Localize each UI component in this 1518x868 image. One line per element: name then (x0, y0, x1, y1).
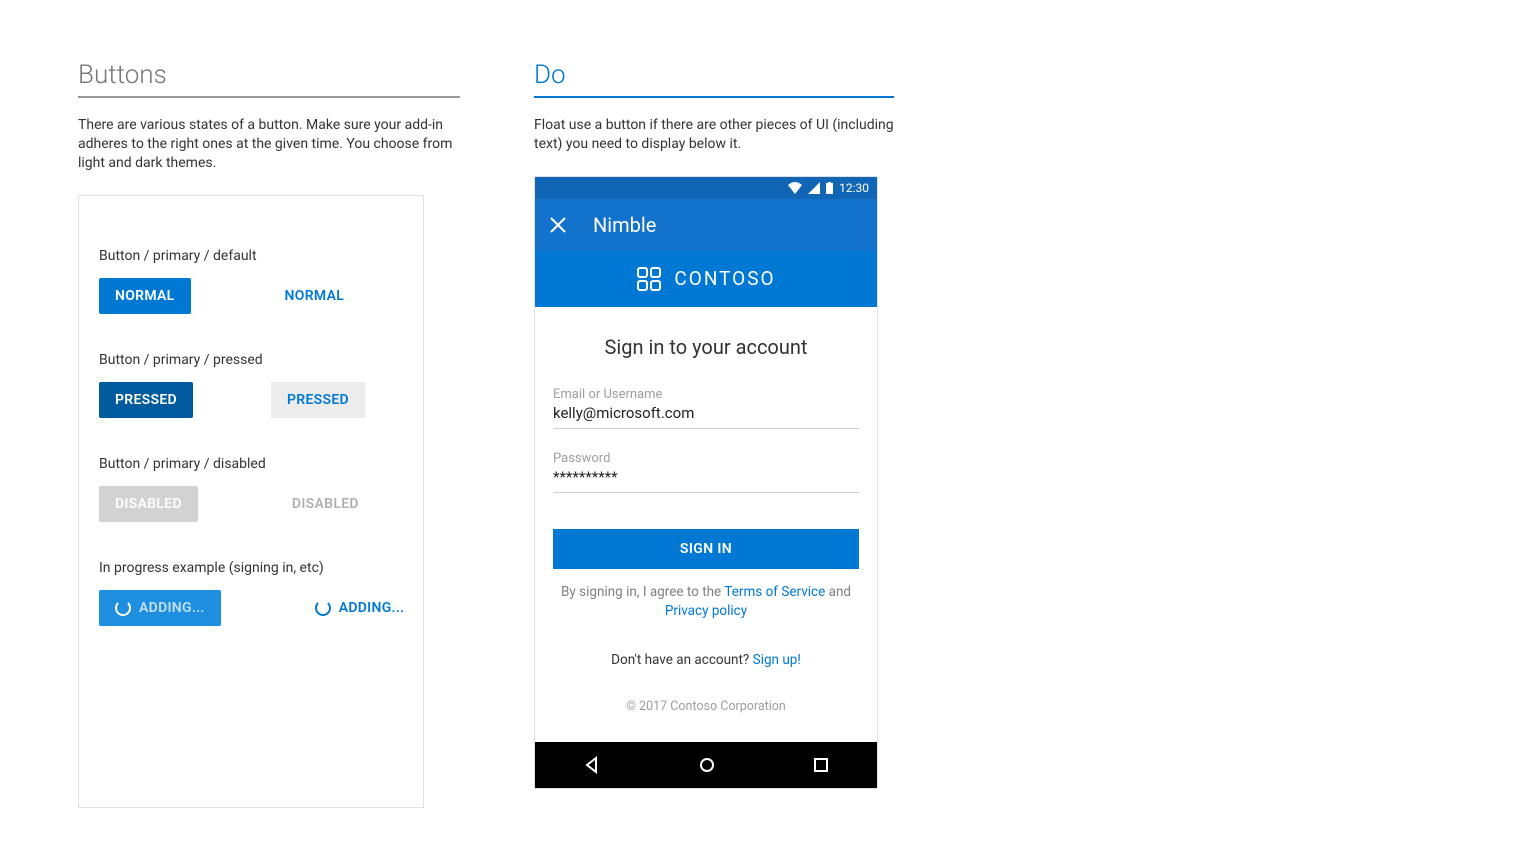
contoso-logo-icon (636, 266, 662, 292)
home-icon[interactable] (698, 756, 716, 774)
brand-bar: CONTOSO (535, 251, 877, 307)
password-label: Password (553, 451, 859, 466)
signin-title: Sign in to your account (605, 335, 808, 359)
signin-button[interactable]: SIGN IN (553, 529, 859, 569)
brand-name: CONTOSO (674, 267, 775, 290)
wifi-icon (788, 182, 802, 194)
email-field[interactable]: Email or Username kelly@microsoft.com (553, 387, 859, 429)
legal-mid: and (825, 584, 851, 600)
signup-line: Don't have an account? Sign up! (611, 651, 801, 670)
normal-flat-button[interactable]: NORMAL (269, 278, 361, 314)
app-bar: Nimble (535, 199, 877, 251)
do-description: Float use a button if there are other pi… (534, 116, 894, 154)
disabled-flat-button: DISABLED (276, 486, 375, 522)
group-pressed: Button / primary / pressed PRESSED PRESS… (99, 352, 403, 418)
group-default-label: Button / primary / default (99, 248, 403, 264)
signup-link[interactable]: Sign up! (753, 652, 801, 668)
group-progress: In progress example (signing in, etc) AD… (99, 560, 403, 626)
app-title: Nimble (593, 213, 656, 237)
do-heading: Do (534, 60, 894, 98)
group-progress-label: In progress example (signing in, etc) (99, 560, 403, 576)
buttons-section: Buttons There are various states of a bu… (78, 60, 460, 808)
signup-prefix: Don't have an account? (611, 652, 752, 668)
phone-mock: 12:30 Nimble CONTOSO Sign in to your acc… (534, 176, 878, 789)
legal-prefix: By signing in, I agree to the (561, 584, 724, 600)
buttons-description: There are various states of a button. Ma… (78, 116, 460, 173)
android-navbar (535, 742, 877, 788)
progress-solid-label: ADDING... (139, 600, 205, 616)
email-label: Email or Username (553, 387, 859, 402)
progress-flat-label: ADDING... (339, 600, 405, 616)
signal-icon (808, 182, 820, 194)
email-value[interactable]: kelly@microsoft.com (553, 404, 859, 429)
normal-solid-button[interactable]: NORMAL (99, 278, 191, 314)
group-disabled-label: Button / primary / disabled (99, 456, 403, 472)
spinner-icon (315, 600, 331, 616)
signin-form: Sign in to your account Email or Usernam… (535, 307, 877, 742)
status-time: 12:30 (839, 181, 869, 195)
pressed-solid-button[interactable]: PRESSED (99, 382, 193, 418)
do-section: Do Float use a button if there are other… (534, 60, 894, 808)
privacy-link[interactable]: Privacy policy (665, 603, 747, 619)
tos-link[interactable]: Terms of Service (724, 584, 825, 600)
progress-flat-button[interactable]: ADDING... (299, 590, 421, 626)
legal-text: By signing in, I agree to the Terms of S… (553, 583, 859, 621)
password-field[interactable]: Password ********** (553, 451, 859, 493)
pressed-flat-button[interactable]: PRESSED (271, 382, 365, 418)
copyright: © 2017 Contoso Corporation (626, 699, 786, 714)
recent-icon[interactable] (813, 757, 829, 773)
battery-icon (826, 182, 833, 194)
group-pressed-label: Button / primary / pressed (99, 352, 403, 368)
spinner-icon (115, 600, 131, 616)
buttons-heading: Buttons (78, 60, 460, 98)
disabled-solid-button: DISABLED (99, 486, 198, 522)
button-states-card: Button / primary / default NORMAL NORMAL… (78, 195, 424, 808)
back-icon[interactable] (583, 756, 601, 774)
progress-solid-button[interactable]: ADDING... (99, 590, 221, 626)
group-disabled: Button / primary / disabled DISABLED DIS… (99, 456, 403, 522)
group-default: Button / primary / default NORMAL NORMAL (99, 248, 403, 314)
password-value[interactable]: ********** (553, 468, 859, 493)
status-bar: 12:30 (535, 177, 877, 199)
close-icon[interactable] (549, 216, 567, 234)
